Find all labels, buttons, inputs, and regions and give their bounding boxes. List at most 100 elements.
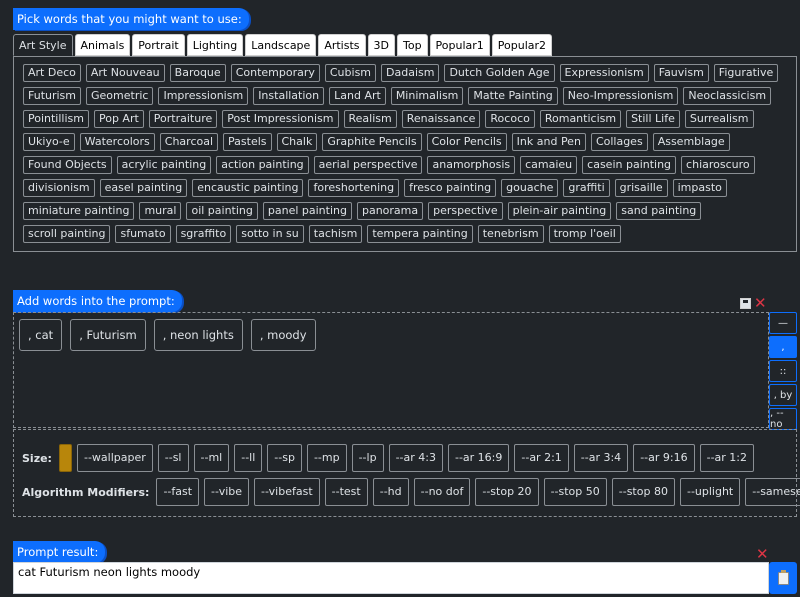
word-chip[interactable]: Color Pencils [426, 133, 507, 151]
separator-button[interactable]: , --no [769, 408, 797, 430]
tab-animals[interactable]: Animals [74, 34, 131, 56]
algorithm-option-button[interactable]: --uplight [679, 478, 741, 506]
prompt-word-chip[interactable]: , cat [19, 319, 63, 351]
word-chip[interactable]: Neoclassicism [683, 87, 772, 105]
word-chip[interactable]: perspective [428, 202, 503, 220]
word-chip[interactable]: Ink and Pen [511, 133, 586, 151]
word-chip[interactable]: Renaissance [401, 110, 481, 128]
separator-button[interactable]: :: [769, 360, 797, 382]
word-chip[interactable]: Dadaism [381, 64, 440, 82]
word-chip[interactable]: Realism [343, 110, 397, 128]
word-chip[interactable]: Land Art [329, 87, 386, 105]
tab-landscape[interactable]: Landscape [245, 34, 317, 56]
tab-artists[interactable]: Artists [318, 34, 366, 56]
size-option-button[interactable]: --ar 9:16 [633, 444, 695, 472]
word-chip[interactable]: Contemporary [230, 64, 320, 82]
algorithm-option-button[interactable]: --vibefast [254, 478, 320, 506]
word-chip[interactable]: Surrealism [684, 110, 754, 128]
save-icon[interactable] [740, 297, 751, 309]
algorithm-option-button[interactable]: --test [324, 478, 368, 506]
clear-result-close-icon[interactable]: ✕ [756, 547, 769, 562]
word-chip[interactable]: Geometric [86, 87, 154, 105]
word-chip[interactable]: tenebrism [477, 225, 544, 243]
algorithm-option-button[interactable]: --no dof [413, 478, 471, 506]
word-chip[interactable]: chiaroscuro [681, 156, 755, 174]
word-chip[interactable]: Matte Painting [468, 87, 558, 105]
size-option-button[interactable]: --ar 16:9 [447, 444, 510, 472]
word-chip[interactable]: easel painting [99, 179, 188, 197]
word-chip[interactable]: Portraiture [148, 110, 218, 128]
word-chip[interactable]: foreshortening [308, 179, 400, 197]
word-chip[interactable]: Still Life [626, 110, 680, 128]
size-option-button[interactable]: --sp [267, 444, 302, 472]
word-chip[interactable]: aerial perspective [313, 156, 423, 174]
word-chip[interactable]: Dutch Golden Age [444, 64, 555, 82]
word-chip[interactable]: Found Objects [23, 156, 112, 174]
word-chip[interactable]: sand painting [616, 202, 702, 220]
word-chip[interactable]: Impressionism [158, 87, 249, 105]
word-chip[interactable]: Installation [253, 87, 325, 105]
size-option-button[interactable]: --ar 1:2 [699, 444, 754, 472]
word-chip[interactable]: Graphite Pencils [322, 133, 422, 151]
word-chip[interactable]: action painting [216, 156, 309, 174]
word-chip[interactable]: sgraffito [175, 225, 232, 243]
word-chip[interactable]: encaustic painting [192, 179, 304, 197]
word-chip[interactable]: Pointillism [23, 110, 89, 128]
word-chip[interactable]: Expressionism [559, 64, 649, 82]
word-chip[interactable]: tromp l'oeil [548, 225, 621, 243]
word-chip[interactable]: Chalk [276, 133, 318, 151]
word-chip[interactable]: Romanticism [539, 110, 622, 128]
size-option-button[interactable]: --sl [157, 444, 189, 472]
word-chip[interactable]: Neo-Impressionism [562, 87, 679, 105]
prompt-word-chip[interactable]: , Futurism [70, 319, 146, 351]
algorithm-option-button[interactable]: --stop 80 [611, 478, 675, 506]
algorithm-option-button[interactable]: --vibe [204, 478, 250, 506]
word-chip[interactable]: Watercolors [79, 133, 155, 151]
tab-lighting[interactable]: Lighting [186, 34, 244, 56]
prompt-word-chip[interactable]: , moody [250, 319, 316, 351]
tab-art-style[interactable]: Art Style [13, 34, 73, 56]
word-chip[interactable]: Ukiyo-e [23, 133, 75, 151]
word-chip[interactable]: impasto [672, 179, 727, 197]
size-option-button[interactable]: --ar 3:4 [573, 444, 629, 472]
word-chip[interactable]: graffiti [563, 179, 610, 197]
word-chip[interactable]: Assemblage [652, 133, 730, 151]
word-chip[interactable]: gouache [501, 179, 559, 197]
word-chip[interactable]: Charcoal [159, 133, 219, 151]
separator-button[interactable]: , by [769, 384, 797, 406]
word-chip[interactable]: tempera painting [367, 225, 473, 243]
word-chip[interactable]: scroll painting [23, 225, 111, 243]
word-chip[interactable]: Post Impressionism [222, 110, 339, 128]
word-chip[interactable]: tachism [308, 225, 363, 243]
size-option-button[interactable]: --ml [193, 444, 230, 472]
word-chip[interactable]: camaieu [520, 156, 578, 174]
size-option-button[interactable]: --ll [234, 444, 263, 472]
algorithm-option-button[interactable]: --stop 50 [543, 478, 607, 506]
clear-prompt-close-icon[interactable]: ✕ [754, 296, 767, 311]
size-color-swatch[interactable] [58, 444, 72, 472]
word-chip[interactable]: panorama [356, 202, 424, 220]
word-chip[interactable]: sotto in su [236, 225, 304, 243]
tab-popular1[interactable]: Popular1 [429, 34, 490, 56]
word-chip[interactable]: Minimalism [390, 87, 464, 105]
word-chip[interactable]: panel painting [262, 202, 352, 220]
word-chip[interactable]: Futurism [23, 87, 82, 105]
algorithm-option-button[interactable]: --hd [372, 478, 409, 506]
word-chip[interactable]: acrylic painting [116, 156, 212, 174]
word-chip[interactable]: plein-air painting [507, 202, 612, 220]
size-option-button[interactable]: --wallpaper [76, 444, 153, 472]
word-chip[interactable]: divisionism [23, 179, 95, 197]
word-chip[interactable]: Fauvism [653, 64, 709, 82]
word-chip[interactable]: casein painting [582, 156, 677, 174]
separator-button[interactable]: — [769, 312, 797, 334]
tab-3d[interactable]: 3D [367, 34, 395, 56]
word-chip[interactable]: fresco painting [404, 179, 497, 197]
prompt-word-dropzone[interactable]: , cat, Futurism, neon lights, moody [13, 312, 769, 428]
word-chip[interactable]: anamorphosis [427, 156, 516, 174]
tab-popular2[interactable]: Popular2 [491, 34, 553, 56]
algorithm-option-button[interactable]: --sameseed [745, 478, 800, 506]
size-option-button[interactable]: --ar 2:1 [514, 444, 569, 472]
tab-portrait[interactable]: Portrait [132, 34, 185, 56]
word-chip[interactable]: grisaille [614, 179, 668, 197]
copy-button[interactable] [769, 562, 797, 594]
